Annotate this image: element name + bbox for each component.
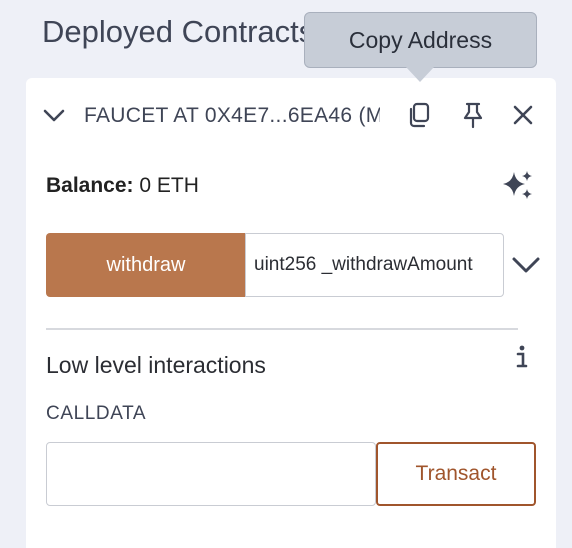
info-icon[interactable]	[512, 342, 532, 372]
pin-icon[interactable]	[458, 100, 488, 130]
tooltip-arrow	[406, 67, 434, 82]
close-icon[interactable]	[508, 100, 538, 130]
expand-params-chevron-icon[interactable]	[510, 252, 542, 278]
contract-name: FAUCET AT 0X4E7...6EA46 (MEMORY)	[84, 104, 380, 127]
section-title: Deployed Contracts	[42, 14, 315, 49]
balance-label: Balance:	[46, 174, 134, 197]
contract-card: FAUCET AT 0X4E7...6EA46 (MEMORY)	[26, 78, 556, 548]
calldata-input[interactable]	[46, 442, 376, 506]
low-level-title: Low level interactions	[46, 352, 266, 378]
withdraw-button[interactable]: withdraw	[46, 233, 246, 297]
calldata-label: CALLDATA	[46, 403, 147, 424]
contract-header[interactable]: FAUCET AT 0X4E7...6EA46 (MEMORY)	[26, 96, 556, 136]
withdraw-amount-input[interactable]	[245, 233, 504, 297]
balance-value: 0 ETH	[139, 174, 199, 197]
chevron-down-icon[interactable]	[42, 106, 66, 126]
sparkle-icon[interactable]	[500, 168, 536, 202]
copy-icon[interactable]	[404, 100, 434, 130]
page: Deployed Contracts FAUCET AT 0X4E7...6EA…	[0, 0, 572, 548]
divider	[46, 328, 518, 330]
transact-button[interactable]: Transact	[376, 442, 536, 506]
copy-address-tooltip: Copy Address	[304, 12, 537, 68]
balance-row: Balance: 0 ETH	[46, 174, 199, 198]
